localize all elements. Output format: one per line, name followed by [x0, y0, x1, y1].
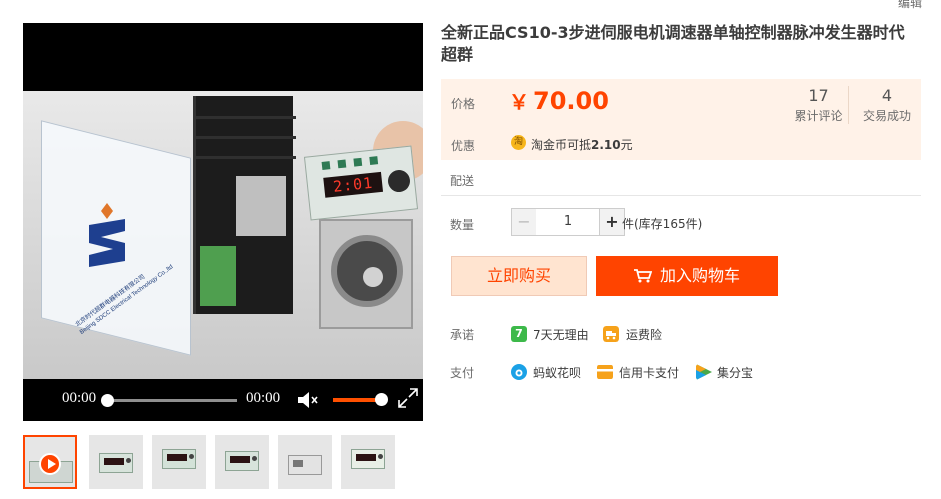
shipping-insurance-text[interactable]: 运费险 — [626, 326, 662, 343]
credit-card-text[interactable]: 信用卡支付 — [619, 364, 679, 381]
reviews-count: 17 — [808, 86, 829, 105]
add-to-cart-button[interactable]: 加入购物车 — [596, 256, 778, 296]
shipping-insurance-icon — [603, 326, 619, 342]
buy-now-button[interactable]: 立即购买 — [451, 256, 587, 296]
add-to-cart-label: 加入购物车 — [659, 266, 740, 285]
speed-controller: 2:01 — [303, 145, 419, 221]
promo-text: 淘金币可抵2.10元 — [531, 138, 633, 152]
quantity-label: 数量 — [450, 218, 475, 232]
seven-day-return-text[interactable]: 7天无理由 — [533, 326, 589, 343]
price-panel: 价格 ￥ 70.00 17 累计评论 4 交易成功 优惠 淘 淘金币可抵2.10元 — [441, 79, 921, 160]
thumbnail-image[interactable] — [152, 435, 206, 489]
driver-label — [236, 176, 286, 236]
stock-text: 件(库存165件) — [622, 217, 703, 231]
reviews-label: 累计评论 — [794, 109, 843, 123]
credit-card-icon — [597, 365, 613, 379]
product-page: 编辑 北京时代超群电器科技有限公司 Beijing SDCC Electrica… — [0, 0, 941, 499]
promise-label: 承诺 — [450, 328, 475, 342]
reviews-stat[interactable]: 17 累计评论 — [789, 86, 849, 124]
mute-icon[interactable] — [297, 391, 319, 409]
delivery-label: 配送 — [450, 174, 475, 188]
controller-display: 2:01 — [323, 171, 384, 198]
payment-label: 支付 — [450, 366, 475, 380]
thumbnail-image[interactable] — [278, 435, 332, 489]
product-title: 全新正品CS10-3步进伺服电机调速器单轴控制器脉冲发生器时代超群 — [441, 23, 905, 64]
servo-driver — [193, 96, 296, 314]
edit-link[interactable]: 编辑 — [898, 0, 922, 11]
stepper-motor — [319, 219, 413, 329]
current-time: 00:00 — [62, 390, 97, 406]
cart-icon — [633, 269, 652, 283]
trades-count: 4 — [881, 86, 893, 105]
progress-bar[interactable] — [107, 399, 237, 402]
thumbnail-image[interactable] — [341, 435, 395, 489]
video-player[interactable]: 北京时代超群电器科技有限公司 Beijing SDCC Electrical T… — [23, 23, 423, 421]
controller-knob — [386, 168, 412, 194]
quantity-input[interactable]: 1 — [536, 208, 600, 236]
duration: 00:00 — [246, 390, 281, 406]
thumbnail-strip — [23, 435, 423, 495]
thumbnail-video[interactable] — [23, 435, 77, 489]
trades-stat: 4 交易成功 — [857, 86, 917, 124]
video-frame[interactable]: 北京时代超群电器科技有限公司 Beijing SDCC Electrical T… — [23, 91, 423, 379]
jifenbao-text[interactable]: 集分宝 — [717, 364, 753, 381]
jifenbao-icon — [696, 364, 712, 380]
trades-label: 交易成功 — [862, 109, 911, 123]
taobao-coin-icon: 淘 — [511, 135, 526, 150]
video-controls: 00:00 00:00 — [23, 379, 423, 421]
thumbnail-image[interactable] — [215, 435, 269, 489]
volume-handle[interactable] — [375, 393, 388, 406]
fullscreen-icon[interactable] — [397, 387, 419, 409]
play-icon[interactable] — [39, 453, 61, 475]
company-logo-icon — [89, 203, 125, 267]
price-label: 价格 — [451, 97, 476, 111]
decrease-button[interactable]: − — [511, 208, 537, 236]
huabei-text[interactable]: 蚂蚁花呗 — [533, 364, 581, 381]
promo-label: 优惠 — [451, 139, 476, 153]
price-value: ￥ 70.00 — [509, 87, 609, 115]
seven-day-return-icon: 7 — [511, 326, 527, 342]
driver-terminal — [200, 246, 236, 306]
divider — [441, 195, 921, 196]
progress-handle[interactable] — [101, 394, 114, 407]
thumbnail-image[interactable] — [89, 435, 143, 489]
huabei-icon — [511, 364, 527, 380]
